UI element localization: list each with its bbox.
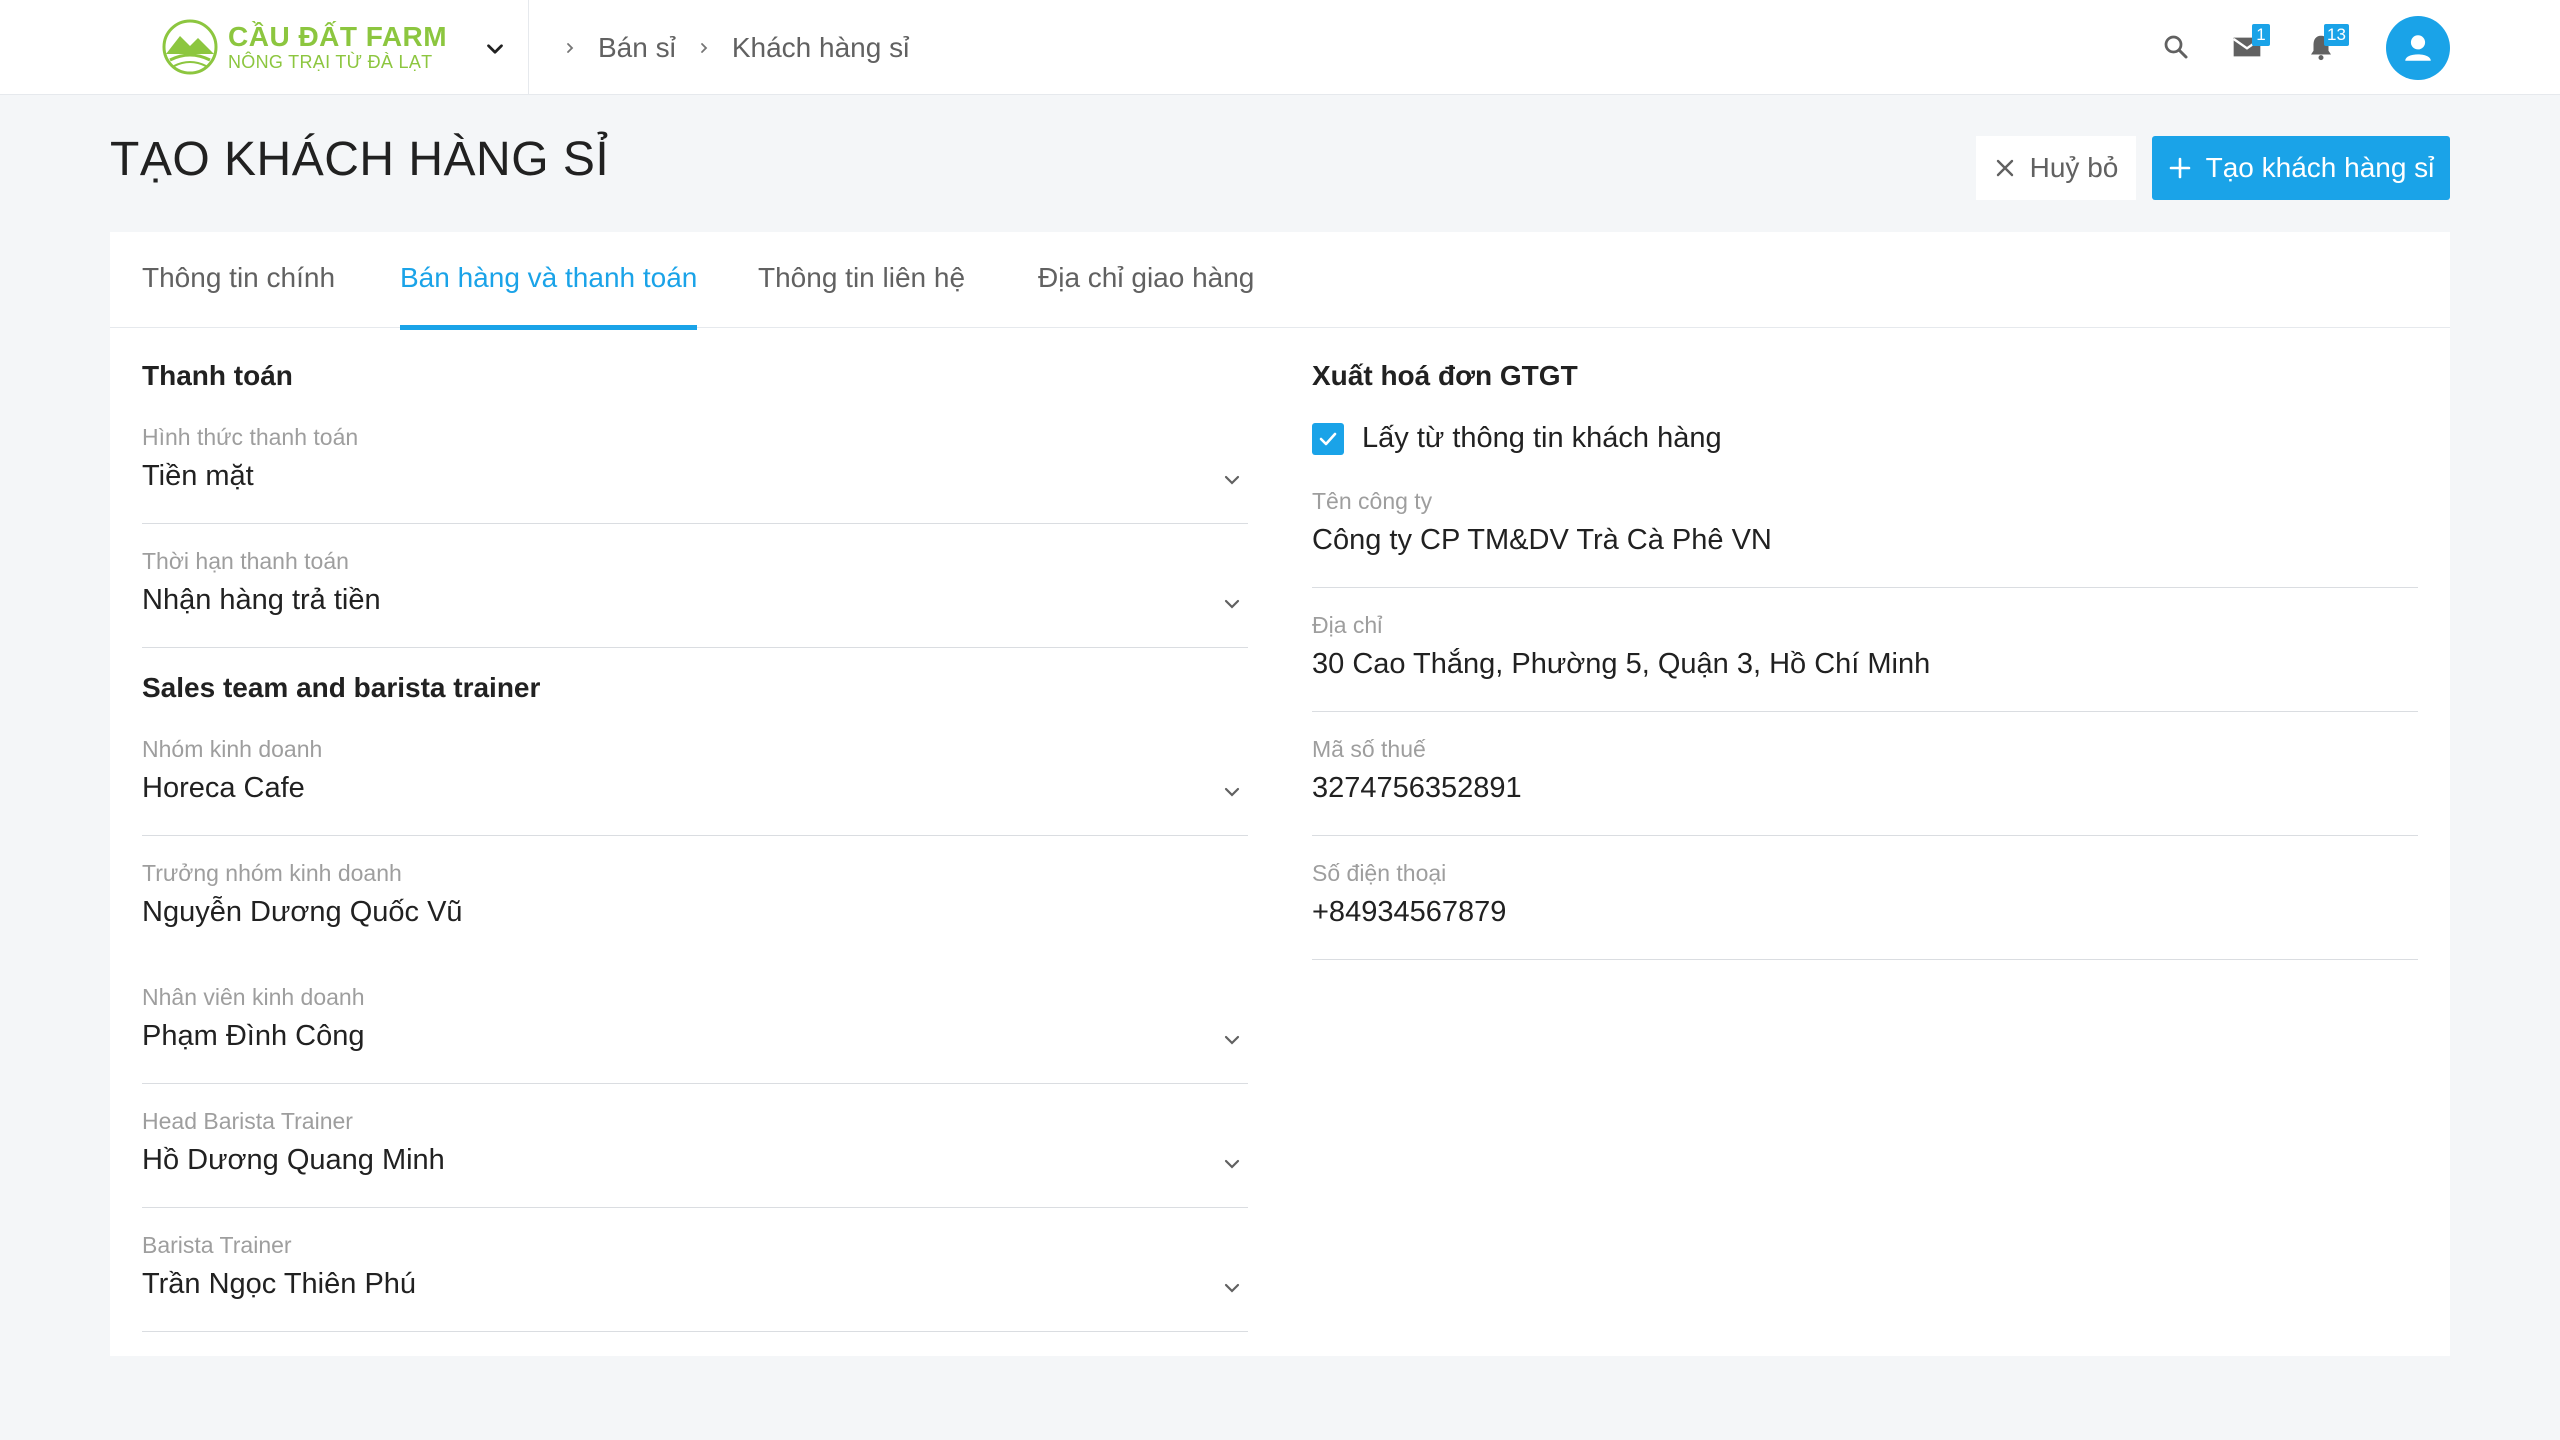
chevron-right-icon (567, 43, 574, 53)
sales-team-section-title: Sales team and barista trainer (142, 672, 541, 703)
close-icon (1996, 159, 2013, 177)
sales-staff-select[interactable]: Nhân viên kinh doanh Phạm Đình Công (142, 984, 1248, 1084)
brand-name: CẦU ĐẤT FARM (228, 21, 448, 52)
field-value: 3274756352891 (1312, 772, 1522, 804)
field-label: Tên công ty (1312, 488, 1433, 514)
field-value: Công ty CP TM&DV Trà Cà Phê VN (1312, 524, 1772, 556)
chevron-down-icon[interactable] (1220, 592, 1244, 616)
barista-trainer-select[interactable]: Barista Trainer Trần Ngọc Thiên Phú (142, 1232, 1248, 1332)
create-button-label: Tạo khách hàng sỉ (2205, 152, 2435, 183)
cancel-button[interactable]: Huỷ bỏ (1976, 136, 2136, 200)
search-icon (2164, 35, 2188, 59)
field-label: Thời hạn thanh toán (142, 548, 349, 574)
notifications-button[interactable]: 13 (2298, 24, 2349, 70)
chevron-down-icon[interactable] (482, 36, 508, 62)
use-customer-info-checkbox[interactable]: Lấy từ thông tin khách hàng (1312, 422, 1722, 455)
tax-code-input[interactable]: Mã số thuế 3274756352891 (1312, 736, 2418, 836)
field-value: Tiền mặt (142, 460, 254, 492)
sales-leader-field: Trưởng nhóm kinh doanh Nguyễn Dương Quốc… (142, 860, 1248, 960)
user-icon (2405, 35, 2431, 61)
field-label: Barista Trainer (142, 1232, 292, 1258)
top-bar: CẦU ĐẤT FARM NÔNG TRẠI TỪ ĐÀ LẠT Bán sỉ … (0, 0, 2560, 95)
breadcrumb-item-wholesale-customers[interactable]: Khách hàng sỉ (732, 32, 909, 64)
field-label: Địa chỉ (1312, 612, 1383, 638)
phone-input[interactable]: Số điện thoại +84934567879 (1312, 860, 2418, 960)
field-value: Horeca Cafe (142, 772, 305, 804)
chevron-down-icon[interactable] (1220, 780, 1244, 804)
company-name-input[interactable]: Tên công ty Công ty CP TM&DV Trà Cà Phê … (1312, 488, 2418, 588)
chevron-down-icon[interactable] (1220, 1276, 1244, 1300)
user-avatar[interactable] (2386, 16, 2450, 80)
breadcrumb: Bán sỉ Khách hàng sỉ (560, 28, 909, 68)
chevron-down-icon[interactable] (1220, 468, 1244, 492)
payment-section-title: Thanh toán (142, 360, 293, 391)
notifications-badge: 13 (2324, 24, 2349, 46)
tab-main-info[interactable]: Thông tin chính (142, 262, 335, 328)
address-input[interactable]: Địa chỉ 30 Cao Thắng, Phường 5, Quận 3, … (1312, 612, 2418, 712)
create-customer-button[interactable]: Tạo khách hàng sỉ (2152, 136, 2450, 200)
checkbox-checked[interactable] (1312, 422, 1344, 455)
field-value: Trần Ngọc Thiên Phú (142, 1268, 417, 1300)
field-label: Mã số thuế (1312, 736, 1426, 762)
cancel-button-label: Huỷ bỏ (2029, 152, 2119, 183)
chevron-right-icon (700, 43, 708, 53)
payment-method-select[interactable]: Hình thức thanh toán Tiền mặt (142, 424, 1248, 524)
tab-bar: Thông tin chính Bán hàng và thanh toán T… (110, 232, 2450, 330)
field-label: Head Barista Trainer (142, 1108, 353, 1134)
field-value: +84934567879 (1312, 896, 1507, 928)
field-label: Trưởng nhóm kinh doanh (142, 860, 402, 886)
field-label: Nhân viên kinh doanh (142, 984, 365, 1010)
topbar-divider (528, 0, 529, 95)
check-icon (1319, 432, 1337, 445)
field-value: Phạm Đình Công (142, 1020, 365, 1052)
chevron-down-icon[interactable] (1220, 1152, 1244, 1176)
field-label: Hình thức thanh toán (142, 424, 359, 450)
tab-shipping-address[interactable]: Địa chỉ giao hàng (1038, 262, 1254, 328)
payment-term-select[interactable]: Thời hạn thanh toán Nhận hàng trả tiền (142, 548, 1248, 648)
sales-group-select[interactable]: Nhóm kinh doanh Horeca Cafe (142, 736, 1248, 836)
field-value: 30 Cao Thắng, Phường 5, Quận 3, Hồ Chí M… (1312, 648, 1931, 680)
messages-button[interactable]: 1 (2224, 24, 2270, 70)
search-button[interactable] (2153, 24, 2199, 70)
chevron-down-icon[interactable] (1220, 1028, 1244, 1052)
field-value: Hồ Dương Quang Minh (142, 1144, 445, 1176)
breadcrumb-item-wholesale[interactable]: Bán sỉ (598, 32, 676, 64)
page-title: TẠO KHÁCH HÀNG SỈ (110, 133, 610, 186)
form-card: Thông tin chính Bán hàng và thanh toán T… (110, 232, 2450, 1356)
field-value: Nguyễn Dương Quốc Vũ (142, 896, 463, 928)
plus-icon (2169, 157, 2190, 179)
tab-sales-payment[interactable]: Bán hàng và thanh toán (400, 262, 698, 330)
brand-tagline: NÔNG TRẠI TỪ ĐÀ LẠT (228, 52, 433, 72)
farm-logo-icon (162, 19, 218, 75)
head-barista-trainer-select[interactable]: Head Barista Trainer Hồ Dương Quang Minh (142, 1108, 1248, 1208)
field-value: Nhận hàng trả tiền (142, 584, 381, 616)
checkbox-label: Lấy từ thông tin khách hàng (1362, 422, 1722, 454)
mail-badge: 1 (2252, 24, 2270, 46)
brand-switcher[interactable]: CẦU ĐẤT FARM NÔNG TRẠI TỪ ĐÀ LẠT (160, 18, 530, 76)
invoice-section-title: Xuất hoá đơn GTGT (1312, 360, 1578, 391)
tab-contact-info[interactable]: Thông tin liên hệ (758, 262, 965, 328)
field-label: Số điện thoại (1312, 860, 1447, 886)
field-label: Nhóm kinh doanh (142, 736, 323, 762)
